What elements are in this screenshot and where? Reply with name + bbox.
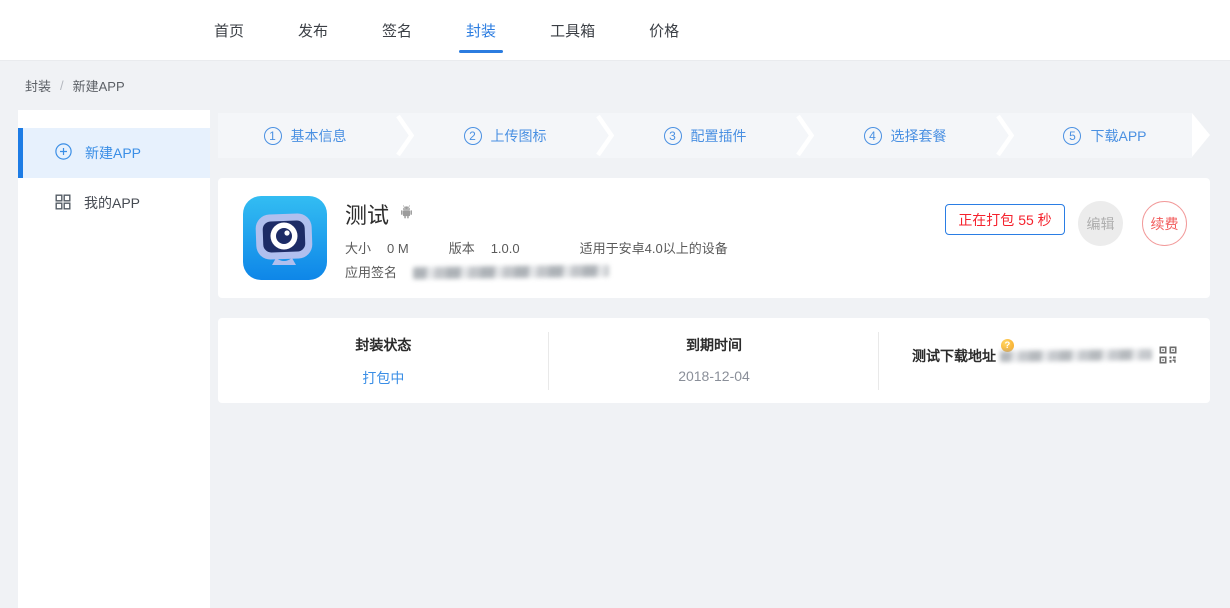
step-label: 下载APP <box>1090 126 1146 146</box>
download-url-header-text: 测试下载地址 <box>912 348 996 364</box>
qr-code-icon[interactable] <box>1159 346 1177 364</box>
signature-row: 应用签名 <box>345 262 609 281</box>
download-url-header: 测试下载地址 ? <box>912 346 996 366</box>
chevron-right-icon <box>592 113 618 158</box>
grid-icon <box>55 194 71 213</box>
version-label: 版本 <box>449 238 475 257</box>
chevron-right-icon <box>792 113 818 158</box>
chevron-right-icon <box>392 113 418 158</box>
packaging-status-button[interactable]: 正在打包 55 秒 <box>945 204 1065 235</box>
step-number-badge: 4 <box>864 127 882 145</box>
size-label: 大小 <box>345 238 371 257</box>
download-url-column: 测试下载地址 ? <box>879 318 1210 403</box>
package-status-column: 封装状态 打包中 <box>218 318 549 403</box>
nav-item-toolbox[interactable]: 工具箱 <box>548 0 597 60</box>
compatibility-text: 适用于安卓4.0以上的设备 <box>580 238 728 257</box>
step-download-app: 5 下载APP <box>1018 113 1192 158</box>
step-number-badge: 1 <box>264 127 282 145</box>
chevron-right-icon <box>992 113 1018 158</box>
sidebar-item-label: 新建APP <box>85 143 141 163</box>
package-status-header: 封装状态 <box>355 335 411 355</box>
package-status-value: 打包中 <box>218 368 549 388</box>
nav-label: 首页 <box>214 20 244 41</box>
sidebar-item-new-app[interactable]: 新建APP <box>18 128 210 178</box>
wizard-stepper: 1 基本信息 2 上传图标 3 配置插件 4 选择套餐 5 下载APP <box>218 113 1210 158</box>
breadcrumb-separator: / <box>60 78 64 93</box>
sidebar: 新建APP 我的APP <box>18 110 210 608</box>
nav-item-publish[interactable]: 发布 <box>296 0 330 60</box>
step-upload-icon: 2 上传图标 <box>418 113 592 158</box>
step-select-plan: 4 选择套餐 <box>818 113 992 158</box>
nav-label: 价格 <box>649 20 679 41</box>
app-title: 测试 <box>345 198 389 230</box>
step-number-badge: 2 <box>464 127 482 145</box>
step-number-badge: 5 <box>1063 127 1081 145</box>
size-value: 0 M <box>387 241 409 256</box>
stepper-end-arrow <box>1192 113 1210 157</box>
nav-label: 发布 <box>298 20 328 41</box>
expiry-column: 到期时间 2018-12-04 <box>549 318 880 403</box>
android-icon <box>398 203 415 225</box>
signature-label: 应用签名 <box>345 262 397 281</box>
step-configure-plugins: 3 配置插件 <box>618 113 792 158</box>
expiry-header: 到期时间 <box>686 335 742 355</box>
nav-label: 签名 <box>382 20 412 41</box>
nav-label: 工具箱 <box>550 20 595 41</box>
edit-button[interactable]: 编辑 <box>1078 201 1123 246</box>
nav-item-signature[interactable]: 签名 <box>380 0 414 60</box>
signature-redacted-value <box>413 264 609 278</box>
sidebar-item-my-app[interactable]: 我的APP <box>18 178 210 228</box>
top-navbar: 首页 发布 签名 封装 工具箱 价格 <box>0 0 1230 61</box>
expiry-value: 2018-12-04 <box>549 368 880 384</box>
info-panel: 封装状态 打包中 到期时间 2018-12-04 测试下载地址 ? <box>218 318 1210 403</box>
step-basic-info: 1 基本信息 <box>218 113 392 158</box>
step-label: 基本信息 <box>291 126 347 146</box>
version-value: 1.0.0 <box>491 241 520 256</box>
nav-label: 封装 <box>466 20 496 41</box>
step-label: 选择套餐 <box>891 126 947 146</box>
download-url-redacted-value <box>1000 348 1152 361</box>
app-card: 测试 大小 0 M 版本 1.0.0 适用于安卓4.0以上的设备 应用签名 正在 <box>218 178 1210 298</box>
step-label: 上传图标 <box>491 126 547 146</box>
plus-circle-icon <box>55 143 72 163</box>
breadcrumb-new-app: 新建APP <box>73 76 125 95</box>
app-meta: 大小 0 M 版本 1.0.0 适用于安卓4.0以上的设备 <box>345 238 728 257</box>
app-icon <box>243 196 327 280</box>
breadcrumb-package[interactable]: 封装 <box>25 76 51 95</box>
step-label: 配置插件 <box>691 126 747 146</box>
nav-item-pricing[interactable]: 价格 <box>647 0 681 60</box>
nav-item-package[interactable]: 封装 <box>464 0 498 60</box>
sidebar-item-label: 我的APP <box>84 193 140 213</box>
renew-button[interactable]: 续费 <box>1142 201 1187 246</box>
nav-item-home[interactable]: 首页 <box>212 0 246 60</box>
breadcrumb: 封装 / 新建APP <box>0 61 1230 110</box>
step-number-badge: 3 <box>664 127 682 145</box>
help-icon[interactable]: ? <box>1001 339 1014 352</box>
